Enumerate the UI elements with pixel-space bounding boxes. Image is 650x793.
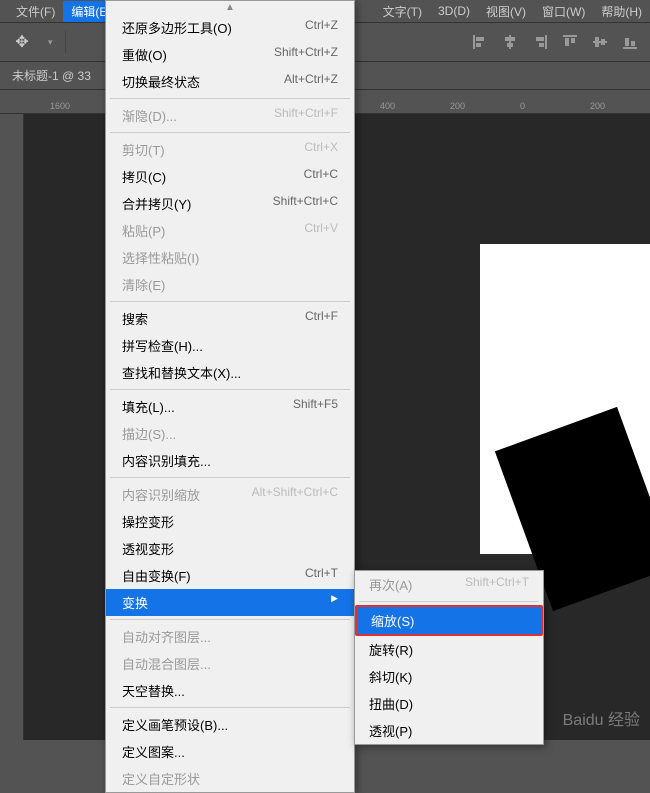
menu-item[interactable]: 填充(L)...Shift+F5 xyxy=(106,393,354,420)
menu-item: 粘贴(P)Ctrl+V xyxy=(106,217,354,244)
menu-item[interactable]: 定义图案... xyxy=(106,738,354,765)
menu-file[interactable]: 文件(F) xyxy=(8,1,63,22)
menu-item: 剪切(T)Ctrl+X xyxy=(106,136,354,163)
menu-window[interactable]: 窗口(W) xyxy=(534,1,593,22)
align-right-icon[interactable] xyxy=(532,34,548,50)
menu-item[interactable]: 操控变形 xyxy=(106,508,354,535)
transform-submenu: 再次(A)Shift+Ctrl+T缩放(S)旋转(R)斜切(K)扭曲(D)透视(… xyxy=(354,570,544,745)
menu-view[interactable]: 视图(V) xyxy=(478,1,534,22)
menu-item: 描边(S)... xyxy=(106,420,354,447)
menu-item[interactable]: 合并拷贝(Y)Shift+Ctrl+C xyxy=(106,190,354,217)
chevron-right-icon: ▶ xyxy=(321,593,338,612)
menu-item[interactable]: 透视变形 xyxy=(106,535,354,562)
ruler-vertical xyxy=(0,114,24,740)
watermark: Baidu 经验 xyxy=(563,706,640,730)
menu-item[interactable]: 还原多边形工具(O)Ctrl+Z xyxy=(106,14,354,41)
align-top-icon[interactable] xyxy=(562,34,578,50)
menu-separator xyxy=(110,98,350,99)
menu-item: 内容识别缩放Alt+Shift+Ctrl+C xyxy=(106,481,354,508)
menu-separator xyxy=(110,132,350,133)
menu-item[interactable]: 重做(O)Shift+Ctrl+Z xyxy=(106,41,354,68)
submenu-item[interactable]: 扭曲(D) xyxy=(355,690,543,717)
divider xyxy=(65,31,66,53)
menu-3d[interactable]: 3D(D) xyxy=(430,2,478,20)
align-bottom-icon[interactable] xyxy=(622,34,638,50)
menu-help[interactable]: 帮助(H) xyxy=(593,1,650,22)
scroll-up-icon[interactable]: ▲ xyxy=(106,1,354,14)
menu-separator xyxy=(359,601,539,602)
submenu-item[interactable]: 斜切(K) xyxy=(355,663,543,690)
menu-item: 选择性粘贴(I) xyxy=(106,244,354,271)
menu-item[interactable]: 定义画笔预设(B)... xyxy=(106,711,354,738)
menu-separator xyxy=(110,619,350,620)
menu-item[interactable]: 变换▶ xyxy=(106,589,354,616)
edit-menu-dropdown: ▲ 还原多边形工具(O)Ctrl+Z重做(O)Shift+Ctrl+Z切换最终状… xyxy=(105,0,355,793)
menu-item[interactable]: 查找和替换文本(X)... xyxy=(106,359,354,386)
submenu-item[interactable]: 缩放(S) xyxy=(355,605,543,636)
menu-item[interactable]: 自由变换(F)Ctrl+T xyxy=(106,562,354,589)
menu-item: 自动对齐图层... xyxy=(106,623,354,650)
move-tool-icon[interactable]: ✥ xyxy=(8,28,36,56)
align-center-h-icon[interactable] xyxy=(502,34,518,50)
menu-separator xyxy=(110,707,350,708)
menu-item[interactable]: 内容识别填充... xyxy=(106,447,354,474)
menu-text[interactable]: 文字(T) xyxy=(375,1,430,22)
menu-item[interactable]: 拷贝(C)Ctrl+C xyxy=(106,163,354,190)
submenu-item: 再次(A)Shift+Ctrl+T xyxy=(355,571,543,598)
menu-separator xyxy=(110,477,350,478)
menu-item: 自动混合图层... xyxy=(106,650,354,677)
menu-separator xyxy=(110,389,350,390)
align-left-icon[interactable] xyxy=(472,34,488,50)
menu-item[interactable]: 拼写检查(H)... xyxy=(106,332,354,359)
menu-item: 定义自定形状 xyxy=(106,765,354,792)
menu-item[interactable]: 切换最终状态Alt+Ctrl+Z xyxy=(106,68,354,95)
menu-item[interactable]: 天空替换... xyxy=(106,677,354,704)
submenu-item[interactable]: 旋转(R) xyxy=(355,636,543,663)
align-center-v-icon[interactable] xyxy=(592,34,608,50)
menu-item: 渐隐(D)...Shift+Ctrl+F xyxy=(106,102,354,129)
menu-item[interactable]: 搜索Ctrl+F xyxy=(106,305,354,332)
menu-item: 清除(E) xyxy=(106,271,354,298)
menu-separator xyxy=(110,301,350,302)
